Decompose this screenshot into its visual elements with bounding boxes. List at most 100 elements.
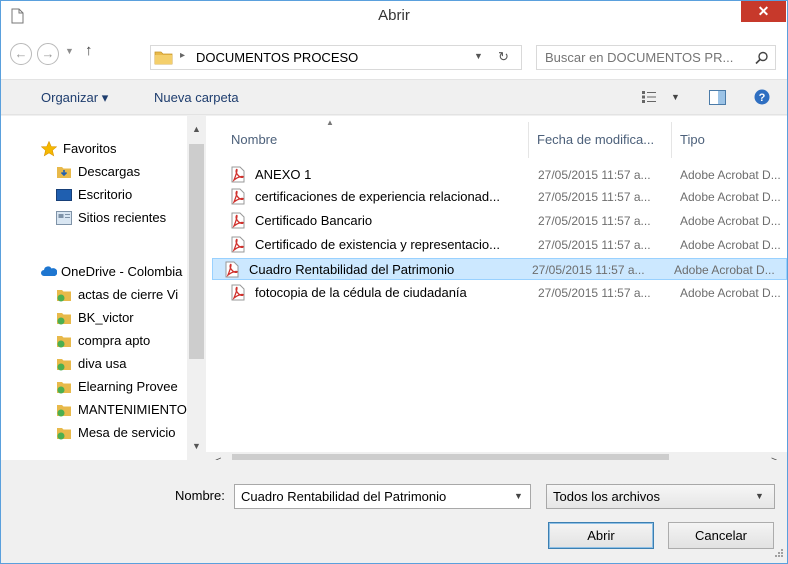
filename-label: Nombre: [175,488,225,503]
column-divider[interactable] [671,122,672,158]
file-row-selected[interactable]: Cuadro Rentabilidad del Patrimonio 27/05… [212,258,787,280]
file-type: Adobe Acrobat D... [680,168,781,182]
svg-text:?: ? [759,92,766,104]
nav-item-label: Mesa de servicio [78,425,176,440]
desktop-icon [56,189,72,201]
file-row[interactable]: Certificado de existencia y representaci… [212,234,787,256]
close-button[interactable]: ✕ [741,1,786,22]
synced-folder-icon [57,359,71,371]
pdf-file-icon [225,261,239,278]
file-list: ▲ Nombre Fecha de modifica... Tipo ANEXO… [206,116,787,460]
navigation-pane: Favoritos Descargas Escritorio Sitios re… [1,116,206,460]
file-date: 27/05/2015 11:57 a... [538,168,651,182]
filename-combobox[interactable]: ▼ [234,484,531,509]
chevron-down-icon[interactable]: ▼ [755,491,764,501]
back-button[interactable]: ← [10,43,32,65]
organize-button[interactable]: Organizar ▾ [41,90,108,106]
sort-ascending-icon: ▲ [326,118,334,127]
column-headers: ▲ Nombre Fecha de modifica... Tipo [206,116,787,162]
search-icon[interactable] [755,51,769,65]
address-dropdown-icon[interactable]: ▼ [474,51,483,61]
file-name: Certificado de existencia y representaci… [255,237,500,252]
folder-icon [154,51,173,65]
downloads-folder-icon [57,167,71,178]
help-icon[interactable]: ? [754,89,770,105]
file-row[interactable]: Certificado Bancario 27/05/2015 11:57 a.… [212,210,787,232]
new-folder-button[interactable]: Nueva carpeta [154,90,239,105]
filetype-select[interactable]: Todos los archivos ▼ [546,484,775,509]
title-bar: Abrir ✕ [1,1,787,32]
open-button[interactable]: Abrir [548,522,654,549]
nav-item-label: actas de cierre Vi [78,287,179,302]
synced-folder-icon [57,290,71,302]
command-toolbar: Organizar ▾ Nueva carpeta ▼ ? [1,79,787,115]
dialog-footer: Nombre: ▼ Todos los archivos ▼ Abrir Can… [1,460,787,563]
file-row[interactable]: certificaciones de experiencia relaciona… [212,186,787,208]
nav-item-label: MANTENIMIENTO [78,402,187,417]
chevron-down-icon[interactable]: ▼ [514,491,523,501]
nav-item-label: BK_victor [78,310,134,325]
pdf-file-icon [231,166,245,183]
file-date: 27/05/2015 11:57 a... [532,263,645,277]
cancel-button[interactable]: Cancelar [668,522,774,549]
horizontal-scrollbar[interactable]: < > [206,452,787,460]
file-name: Certificado Bancario [255,213,373,228]
file-type: Adobe Acrobat D... [680,190,781,204]
nav-item-label: Sitios recientes [78,210,167,225]
column-divider[interactable] [528,122,529,158]
file-date: 27/05/2015 11:57 a... [538,214,651,228]
synced-folder-icon [57,382,71,394]
synced-folder-icon [57,405,71,417]
file-type: Adobe Acrobat D... [674,263,775,277]
pdf-file-icon [231,188,245,205]
preview-pane-icon[interactable] [709,90,726,105]
view-options-icon[interactable] [642,91,656,103]
file-name: fotocopia de la cédula de ciudadanía [255,285,467,300]
breadcrumb-current-folder[interactable]: DOCUMENTOS PROCESO [196,50,358,65]
column-header-date[interactable]: Fecha de modifica... [537,132,654,147]
refresh-icon[interactable]: ↻ [498,49,509,65]
nav-item-label: Descargas [78,164,141,179]
file-type: Adobe Acrobat D... [680,238,781,252]
filetype-value: Todos los archivos [553,489,660,504]
file-name: ANEXO 1 [255,167,312,182]
search-input[interactable] [545,50,745,65]
nav-item-label: Elearning Provee [78,379,178,394]
file-date: 27/05/2015 11:57 a... [538,190,651,204]
file-type: Adobe Acrobat D... [680,214,781,228]
pdf-file-icon [231,212,245,229]
forward-button[interactable]: → [37,43,59,65]
breadcrumb-chevron-icon[interactable]: ▸ [180,50,185,61]
file-name: certificaciones de experiencia relaciona… [255,189,500,204]
up-arrow-icon[interactable]: ↑ [85,42,93,59]
search-box[interactable] [536,45,776,70]
scroll-up-icon[interactable]: ▲ [192,124,201,134]
scroll-down-icon[interactable]: ▼ [192,441,201,451]
file-date: 27/05/2015 11:57 a... [538,286,651,300]
synced-folder-icon [57,428,71,440]
nav-item-label: compra apto [78,333,151,348]
file-row[interactable]: ANEXO 1 27/05/2015 11:57 a... Adobe Acro… [212,164,787,186]
column-header-name[interactable]: Nombre [231,132,277,147]
view-dropdown-icon[interactable]: ▼ [671,92,680,102]
resize-grip-icon[interactable] [772,548,784,560]
column-header-type[interactable]: Tipo [680,132,705,147]
scrollbar-thumb[interactable] [189,144,204,359]
star-icon [41,141,57,157]
recent-locations-dropdown[interactable]: ▼ [65,46,74,56]
nav-item-label: Favoritos [63,141,117,156]
synced-folder-icon [57,313,71,325]
file-row[interactable]: fotocopia de la cédula de ciudadanía 27/… [212,282,787,304]
nav-item-label: diva usa [78,356,127,371]
address-bar[interactable]: ▸ DOCUMENTOS PROCESO ▼ ↻ [150,45,522,70]
window-title: Abrir [378,7,410,24]
pdf-file-icon [231,284,245,301]
recent-places-icon [56,211,72,225]
synced-folder-icon [57,336,71,348]
navigation-scrollbar[interactable]: ▲ ▼ [187,116,206,460]
pdf-file-icon [231,236,245,253]
navigation-tree: Favoritos Descargas Escritorio Sitios re… [1,116,187,460]
file-type: Adobe Acrobat D... [680,286,781,300]
filename-input[interactable] [241,489,501,504]
file-name: Cuadro Rentabilidad del Patrimonio [249,262,455,277]
